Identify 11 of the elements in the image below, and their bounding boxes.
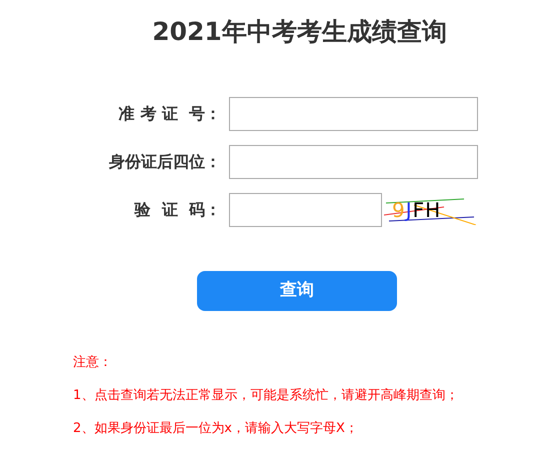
notice-text: 1、点击查询若无法正常显示，可能是系统忙，请避开高峰期查询；	[73, 387, 460, 405]
field-label: 准 考 证 号：	[118, 102, 222, 124]
input-field[interactable]	[229, 144, 478, 178]
field-label: 身份证后四位：	[108, 150, 222, 172]
notice-text: 2、如果身份证最后一位为x，请输入大写字母X；	[73, 420, 359, 438]
input-field[interactable]	[229, 96, 478, 130]
page-title: 2021年中考考生成绩查询	[151, 16, 448, 48]
input-field[interactable]	[229, 192, 382, 226]
query-button[interactable]: 查询	[197, 271, 397, 311]
notice-text: 注意：	[73, 354, 113, 372]
field-label: 验 证 码：	[133, 198, 222, 220]
